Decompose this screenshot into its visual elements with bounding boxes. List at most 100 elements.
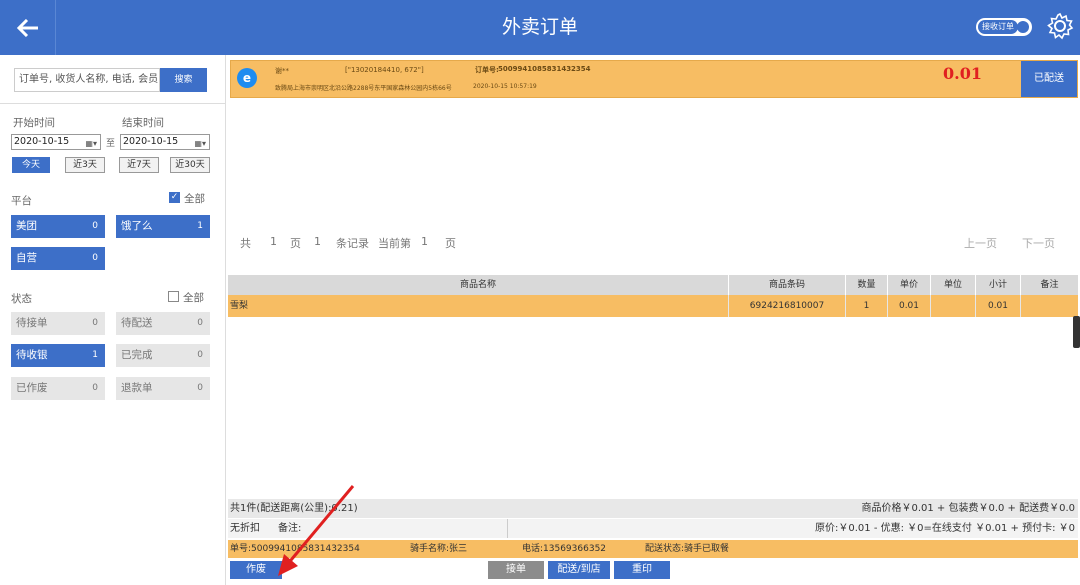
order-number: 5009941085831432354 (498, 65, 591, 73)
page-title: 外卖订单 (501, 16, 578, 38)
toggle-knob (1017, 21, 1029, 33)
tile-label: 美团 (16, 220, 37, 232)
pager-total-prefix: 共 (240, 237, 251, 250)
side-scroll-handle[interactable] (1073, 316, 1080, 348)
calendar-dropdown-icon[interactable]: ▦▾ (194, 137, 206, 151)
accept-order-button[interactable]: 接单 (488, 561, 544, 579)
pager-pages: 1 (270, 235, 277, 248)
col-note: 备注 (1040, 280, 1059, 290)
pager-records: 1 (314, 235, 321, 248)
range-30days-button[interactable]: 近30天 (170, 157, 210, 173)
platform-all-label: 全部 (184, 193, 205, 205)
price-breakdown: 商品价格￥0.01 + 包装费￥0.0 + 配送费￥0.0 (861, 503, 1075, 514)
tile-count: 0 (197, 318, 203, 328)
order-number-label: 订单号: (475, 66, 499, 74)
start-date-value: 2020-10-15 (14, 136, 70, 147)
date-separator: 至 (106, 139, 116, 149)
status-pending-cashier[interactable]: 待收银 1 (11, 344, 105, 367)
reprint-button[interactable]: 重印 (614, 561, 670, 579)
summary-line-1: 共1件(配送距离(公里):0.21) 商品价格￥0.01 + 包装费￥0.0 +… (228, 499, 1078, 518)
status-order-no: 单号:5009941085831432354 (230, 544, 360, 554)
summary-line-2: 无折扣 备注: 原价:￥0.01 - 优惠: ￥0=在线支付 ￥0.01 + 预… (228, 519, 1078, 538)
tile-label: 待配送 (121, 317, 153, 329)
divider (0, 103, 226, 104)
divider (507, 519, 508, 538)
cell-subtotal: 0.01 (976, 295, 1021, 317)
gear-icon[interactable] (1046, 12, 1074, 40)
back-arrow-icon (16, 18, 38, 37)
tile-count: 1 (92, 350, 98, 360)
deliver-button[interactable]: 配送/到店 (548, 561, 610, 579)
col-name: 商品名称 (228, 275, 729, 295)
pager-current-unit: 页 (445, 237, 456, 250)
item-count-distance: 共1件(配送距离(公里):0.21) (230, 503, 358, 514)
next-page-button[interactable]: 下一页 (1022, 235, 1055, 251)
platform-self[interactable]: 自营 0 (11, 247, 105, 270)
delivered-button[interactable]: 已配送 (1021, 61, 1077, 97)
status-all-checkbox[interactable] (168, 291, 179, 302)
pager-page-unit: 页 (290, 237, 301, 250)
accept-order-toggle[interactable]: 接收订单 (976, 18, 1032, 36)
col-unit: 单位 (931, 275, 976, 295)
back-button[interactable] (0, 0, 56, 55)
customer-name: 谢** (275, 67, 289, 75)
table-header: 商品名称 商品条码 数量 单价 单位 小计 备注 (228, 275, 1078, 295)
end-date-input[interactable]: 2020-10-15 ▦▾ (120, 134, 210, 150)
tile-label: 已作废 (16, 382, 48, 394)
pager-current-label: 当前第 (378, 237, 411, 250)
tile-label: 自营 (16, 252, 37, 264)
cell-qty: 1 (846, 295, 888, 317)
tile-label: 饿了么 (121, 220, 153, 232)
order-card[interactable]: e 谢** ["13020184410, 672"] 订单号: 50099410… (230, 60, 1078, 98)
tile-count: 1 (197, 221, 203, 231)
range-3days-button[interactable]: 近3天 (65, 157, 105, 173)
col-subtotal: 小计 (976, 275, 1021, 295)
cell-note (1021, 295, 1078, 317)
tile-count: 0 (197, 350, 203, 360)
prev-page-button[interactable]: 上一页 (964, 235, 997, 251)
status-refund[interactable]: 退款单 0 (116, 377, 210, 400)
platform-eleme[interactable]: 饿了么 1 (116, 215, 210, 238)
delivery-status-bar: 单号:5009941085831432354 骑手名称:张三 电话:135693… (228, 540, 1078, 558)
status-pending-delivery[interactable]: 待配送 0 (116, 312, 210, 335)
accept-order-label: 接收订单 (978, 20, 1018, 34)
platform-all-checkbox[interactable]: ✓ (169, 192, 180, 203)
cell-price: 0.01 (888, 295, 931, 317)
status-all-label: 全部 (183, 292, 204, 304)
pager-record-unit: 条记录 (336, 237, 369, 250)
end-date-value: 2020-10-15 (123, 136, 179, 147)
delivery-status: 配送状态:骑手已取餐 (645, 544, 730, 554)
cell-name: 雪梨 (228, 295, 729, 317)
col-price: 单价 (888, 275, 931, 295)
status-completed[interactable]: 已完成 0 (116, 344, 210, 367)
platform-label: 平台 (11, 195, 32, 207)
tile-label: 已完成 (121, 349, 153, 361)
start-date-input[interactable]: 2020-10-15 ▦▾ (11, 134, 101, 150)
order-time: 2020-10-15 10:57:19 (473, 83, 537, 90)
tile-count: 0 (92, 318, 98, 328)
platform-meituan[interactable]: 美团 0 (11, 215, 105, 238)
search-input[interactable]: 订单号, 收货人名称, 电话, 会员 (14, 68, 160, 92)
note-label: 备注: (278, 523, 302, 534)
top-bar: 外卖订单 接收订单 (0, 0, 1080, 55)
status-pending-accept[interactable]: 待接单 0 (11, 312, 105, 335)
void-button[interactable]: 作废 (230, 561, 282, 579)
calendar-dropdown-icon[interactable]: ▦▾ (85, 137, 97, 151)
eleme-logo-icon: e (237, 68, 257, 88)
status-voided[interactable]: 已作废 0 (11, 377, 105, 400)
search-button[interactable]: 搜索 (160, 68, 207, 92)
range-7days-button[interactable]: 近7天 (119, 157, 159, 173)
end-time-label: 结束时间 (122, 117, 164, 129)
discount-text: 无折扣 (230, 523, 260, 534)
order-amount: 0.01 (943, 64, 982, 83)
cell-unit (931, 295, 976, 317)
pager-current: 1 (421, 235, 428, 248)
rider-name: 骑手名称:张三 (410, 544, 468, 554)
range-today-button[interactable]: 今天 (12, 157, 50, 173)
table-row[interactable]: 雪梨 6924216810007 1 0.01 0.01 (228, 295, 1078, 317)
payment-breakdown: 原价:￥0.01 - 优惠: ￥0=在线支付 ￥0.01 + 预付卡: ￥0 (815, 523, 1075, 534)
customer-phones: ["13020184410, 672"] (345, 66, 424, 74)
status-label: 状态 (11, 293, 32, 305)
tile-count: 0 (197, 383, 203, 393)
cell-barcode: 6924216810007 (729, 295, 846, 317)
